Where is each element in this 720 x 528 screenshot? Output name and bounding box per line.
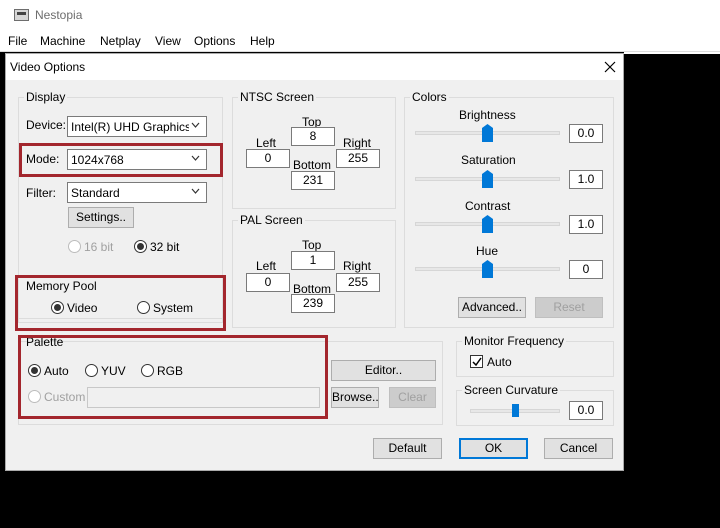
brightness-slider[interactable] <box>482 124 493 142</box>
radio-16-bit-label: 16 bit <box>84 240 114 254</box>
contrast-value[interactable]: 1.0 <box>569 215 603 234</box>
brightness-value[interactable]: 0.0 <box>569 124 603 143</box>
advanced-button[interactable]: Advanced.. <box>458 297 526 318</box>
saturation-slider[interactable] <box>482 170 493 188</box>
hue-label: Hue <box>476 244 499 258</box>
contrast-label: Contrast <box>465 199 511 213</box>
menubar: File Machine Netplay View Options Help <box>0 31 720 52</box>
curvature-slider[interactable] <box>512 404 519 417</box>
cancel-button[interactable]: Cancel <box>544 438 613 459</box>
highlight-memory-pool <box>15 275 226 331</box>
pal-left-field[interactable]: 0 <box>246 273 290 292</box>
ntsc-left-label: Left <box>256 136 277 150</box>
nestopia-app-icon <box>14 9 29 21</box>
monitor-auto-checkbox[interactable] <box>470 355 483 368</box>
ntsc-left-field[interactable]: 0 <box>246 149 290 168</box>
palette-browse-button[interactable]: Browse.. <box>331 387 379 408</box>
saturation-value[interactable]: 1.0 <box>569 170 603 189</box>
filter-select-value: Standard <box>71 186 120 200</box>
pal-top-label: Top <box>302 238 322 252</box>
curvature-value[interactable]: 0.0 <box>569 401 603 420</box>
pal-left-label: Left <box>256 259 277 273</box>
ntsc-bottom-field[interactable]: 231 <box>291 171 335 190</box>
hue-slider[interactable] <box>482 260 493 278</box>
pal-bottom-field[interactable]: 239 <box>291 294 335 313</box>
ntsc-bottom-label: Bottom <box>293 158 332 172</box>
saturation-label: Saturation <box>461 153 516 167</box>
filter-select[interactable]: Standard <box>67 182 207 203</box>
brightness-label: Brightness <box>459 108 516 122</box>
radio-32-bit[interactable] <box>134 240 147 253</box>
main-titlebar: Nestopia <box>0 0 720 31</box>
filter-label: Filter: <box>26 186 56 200</box>
device-select-value: Intel(R) UHD Graphics 6 <box>71 120 189 134</box>
radio-16-bit[interactable] <box>68 240 81 253</box>
checkmark-icon <box>472 357 482 367</box>
monitor-frequency-label: Monitor Frequency <box>462 334 567 348</box>
chevron-down-icon <box>191 122 200 128</box>
window-edge <box>624 52 720 54</box>
dialog-titlebar[interactable]: Video Options <box>6 54 623 80</box>
highlight-palette <box>18 335 328 419</box>
ok-button[interactable]: OK <box>459 438 528 459</box>
colors-label: Colors <box>410 90 449 104</box>
monitor-auto-label: Auto <box>487 355 512 369</box>
highlight-mode <box>19 143 223 177</box>
menu-netplay[interactable]: Netplay <box>100 34 141 48</box>
menu-machine[interactable]: Machine <box>40 34 85 48</box>
ntsc-top-field[interactable]: 8 <box>291 127 335 146</box>
reset-button[interactable]: Reset <box>535 297 603 318</box>
close-icon[interactable] <box>599 56 621 78</box>
ntsc-right-field[interactable]: 255 <box>336 149 380 168</box>
default-button[interactable]: Default <box>373 438 442 459</box>
menu-options[interactable]: Options <box>194 34 235 48</box>
hue-value[interactable]: 0 <box>569 260 603 279</box>
ntsc-right-label: Right <box>343 136 372 150</box>
chevron-down-icon <box>191 188 200 194</box>
ntsc-screen-label: NTSC Screen <box>238 90 317 104</box>
device-label: Device: <box>26 118 67 132</box>
display-group-label: Display <box>24 90 68 104</box>
pal-right-field[interactable]: 255 <box>336 273 380 292</box>
menu-file[interactable]: File <box>8 34 27 48</box>
radio-32-bit-label: 32 bit <box>150 240 180 254</box>
screen-curvature-label: Screen Curvature <box>462 383 561 397</box>
menu-view[interactable]: View <box>155 34 181 48</box>
pal-right-label: Right <box>343 259 372 273</box>
dialog-title: Video Options <box>10 60 86 74</box>
pal-top-field[interactable]: 1 <box>291 251 335 270</box>
pal-screen-label: PAL Screen <box>238 213 305 227</box>
device-select[interactable]: Intel(R) UHD Graphics 6 <box>67 116 207 137</box>
settings-button[interactable]: Settings.. <box>68 207 134 228</box>
palette-clear-button[interactable]: Clear <box>389 387 436 408</box>
menu-help[interactable]: Help <box>250 34 275 48</box>
contrast-slider[interactable] <box>482 215 493 233</box>
app-title: Nestopia <box>35 8 83 22</box>
palette-editor-button[interactable]: Editor.. <box>331 360 436 381</box>
